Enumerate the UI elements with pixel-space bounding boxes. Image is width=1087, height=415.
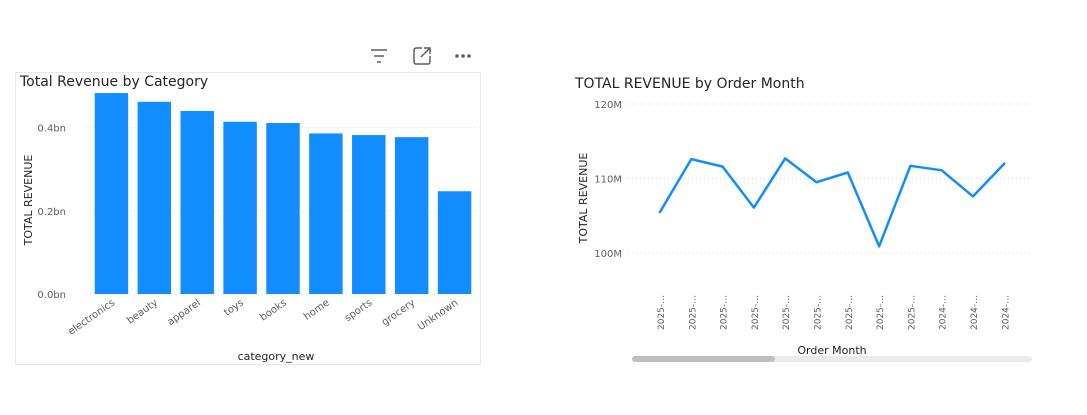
bar-beauty: [137, 101, 172, 294]
bar-electronics: [94, 93, 129, 295]
bar-unknown: [437, 191, 472, 294]
bar-x-tick-label: electronics: [66, 297, 117, 337]
line-chart-scrollbar[interactable]: [632, 356, 1032, 362]
bar-x-tick-label: grocery: [380, 297, 418, 328]
bar-toys: [223, 121, 257, 294]
bar-x-tick-label: books: [258, 297, 289, 323]
bar-x-tick-label: beauty: [125, 297, 160, 326]
bar-x-tick-label: apparel: [166, 297, 203, 328]
scrollbar-thumb[interactable]: [632, 356, 775, 362]
bar-sports: [352, 135, 386, 294]
bar-y-axis-title: TOTAL REVENUE: [22, 155, 35, 247]
bar-y-tick-label: 0.4bn: [37, 124, 66, 135]
bar-x-axis-title: category_new: [238, 350, 315, 363]
bar-x-tick-label: toys: [222, 297, 246, 318]
bar-y-tick-label: 0.2bn: [37, 207, 66, 218]
bar-apparel: [180, 110, 214, 295]
bar-x-tick-label: Unknown: [416, 297, 460, 333]
bar-grocery: [394, 137, 429, 294]
bar-y-tick-label: 0.0bn: [37, 290, 66, 301]
bar-x-tick-label: sports: [343, 297, 375, 324]
bar-chart: 0.0bn 0.2bn 0.4bn electronics beauty apparel t…: [22, 93, 476, 363]
bar-books: [266, 123, 300, 294]
bar-x-tick-label: home: [302, 297, 332, 322]
bar-home: [309, 133, 343, 294]
